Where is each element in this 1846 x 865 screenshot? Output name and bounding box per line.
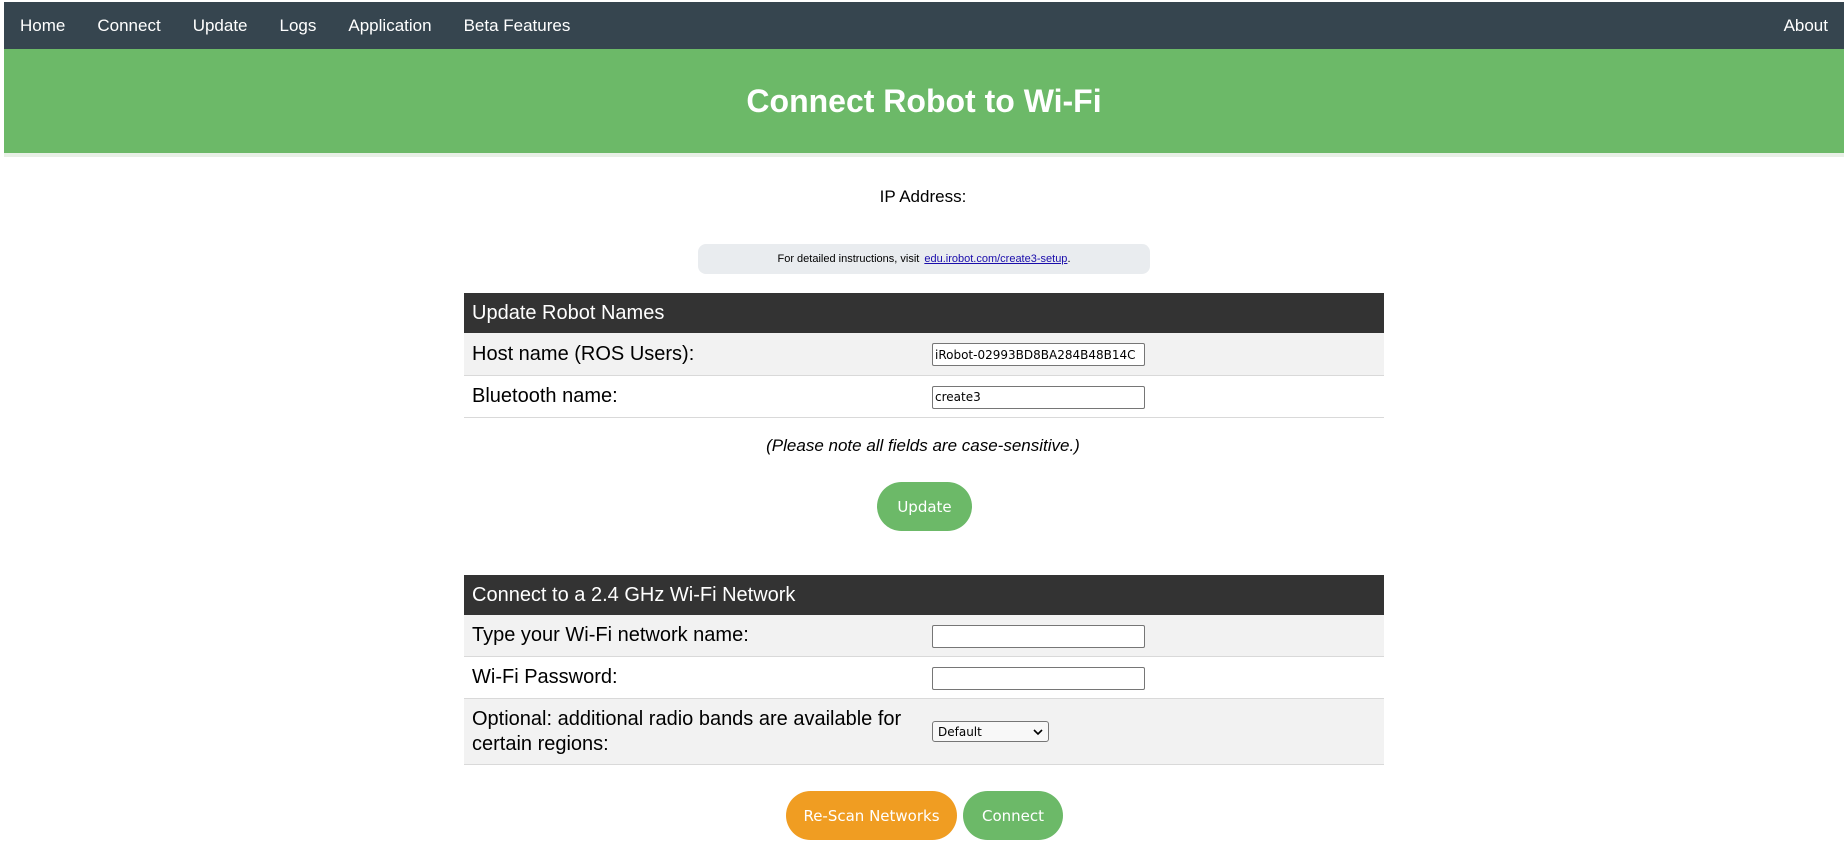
ip-address-label: IP Address: — [879, 187, 967, 206]
rescan-networks-button[interactable]: Re-Scan Networks — [786, 791, 957, 840]
chevron-down-icon — [1033, 725, 1043, 739]
robot-names-panel: Update Robot Names Host name (ROS Users)… — [464, 293, 1384, 418]
bluetooth-name-input[interactable] — [932, 385, 1145, 409]
nav-about-link[interactable]: About — [1768, 2, 1844, 49]
instructions-suffix: . — [1067, 253, 1071, 265]
host-name-row: Host name (ROS Users): — [464, 333, 1384, 376]
nav-left-group: Home Connect Update Logs Application Bet… — [4, 2, 586, 49]
update-button[interactable]: Update — [877, 482, 972, 531]
bluetooth-name-row: Bluetooth name: — [464, 376, 1384, 418]
nav-beta-features-link[interactable]: Beta Features — [448, 2, 587, 49]
nav-update-link[interactable]: Update — [177, 2, 264, 49]
wifi-panel: Connect to a 2.4 GHz Wi-Fi Network Type … — [464, 575, 1384, 765]
nav-home-link[interactable]: Home — [4, 2, 81, 49]
case-sensitive-note: (Please note all fields are case-sensiti… — [766, 436, 1080, 455]
page-title: Connect Robot to Wi-Fi — [746, 82, 1102, 119]
radio-band-select[interactable]: Default — [932, 721, 1049, 742]
nav-logs-link[interactable]: Logs — [264, 2, 333, 49]
wifi-password-input[interactable] — [932, 666, 1145, 690]
bluetooth-name-cell — [932, 384, 1384, 409]
wifi-password-row: Wi-Fi Password: — [464, 657, 1384, 699]
instructions-link[interactable]: edu.irobot.com/create3-setup — [924, 253, 1067, 265]
nav-application-link[interactable]: Application — [332, 2, 447, 49]
wifi-password-label: Wi-Fi Password: — [472, 666, 618, 688]
robot-names-panel-title: Update Robot Names — [464, 293, 1384, 333]
nav-right-group: About — [1768, 2, 1844, 49]
wifi-password-cell — [932, 665, 1384, 690]
bluetooth-name-label: Bluetooth name: — [472, 385, 618, 407]
radio-band-selected-value: Default — [938, 724, 982, 739]
wifi-ssid-row: Type your Wi-Fi network name: — [464, 615, 1384, 657]
instructions-info-box: For detailed instructions, visit edu.iro… — [698, 244, 1150, 274]
wifi-ssid-label: Type your Wi-Fi network name: — [472, 624, 749, 646]
wifi-ssid-cell — [932, 623, 1384, 648]
page: Home Connect Update Logs Application Bet… — [0, 0, 1846, 865]
host-name-cell — [932, 342, 1384, 367]
wifi-panel-title: Connect to a 2.4 GHz Wi-Fi Network — [464, 575, 1384, 615]
nav-connect-link[interactable]: Connect — [81, 2, 176, 49]
connect-button[interactable]: Connect — [963, 791, 1063, 840]
instructions-text: For detailed instructions, visit — [777, 253, 920, 265]
radio-band-label: Optional: additional radio bands are ava… — [472, 707, 902, 755]
host-name-input[interactable] — [932, 343, 1145, 367]
page-header-banner: Connect Robot to Wi-Fi — [4, 49, 1844, 157]
wifi-ssid-input[interactable] — [932, 624, 1145, 648]
radio-band-cell: Default — [932, 721, 1384, 742]
top-navigation-bar: Home Connect Update Logs Application Bet… — [4, 2, 1844, 49]
host-name-label: Host name (ROS Users): — [472, 342, 695, 365]
radio-band-row: Optional: additional radio bands are ava… — [464, 699, 1384, 765]
